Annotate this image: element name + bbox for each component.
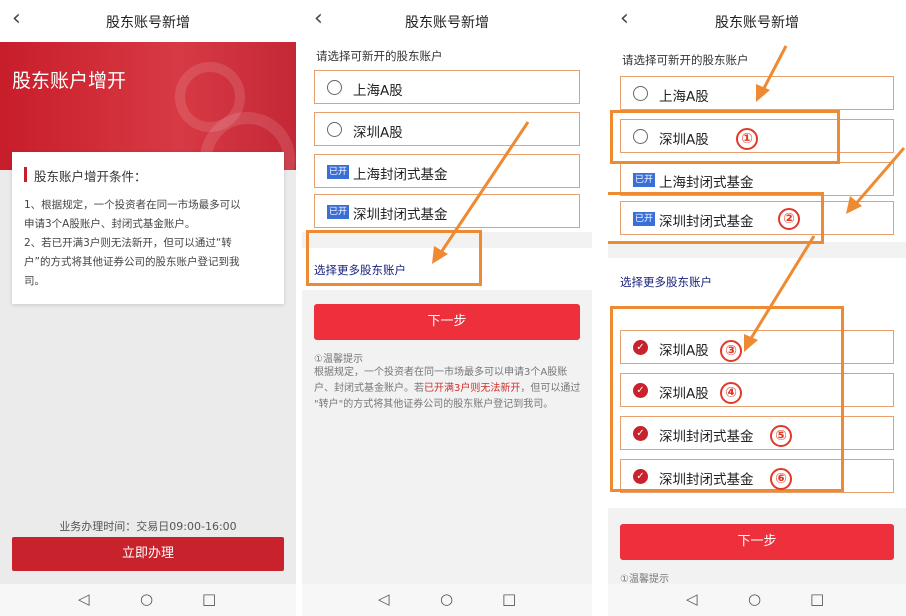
annotation-arrow xyxy=(432,121,530,264)
title-marker xyxy=(24,167,27,182)
nav-recent-icon[interactable]: □ xyxy=(202,590,216,608)
account-select-more-screen: ‹ 股东账号新增 请选择可新开的股东账户 上海A股 深圳A股 已开 上海封闭式基… xyxy=(608,0,906,616)
account-add-intro-screen: ‹ 股东账号新增 股东账户增开 股东账户增开条件： 1、根据规定，一个投资者在同… xyxy=(0,0,296,616)
condition-line: 1、根据规定，一个投资者在同一市场最多可以 xyxy=(24,199,241,211)
page-title: 股东账号新增 xyxy=(106,15,190,31)
conditions-card: 股东账户增开条件： 1、根据规定，一个投资者在同一市场最多可以 申请3个A股账户… xyxy=(12,152,284,304)
banner-title: 股东账户增开 xyxy=(12,70,127,92)
condition-line: 2、若已开满3户则无法新开，但可以通过“转 xyxy=(24,237,232,249)
conditions-title: 股东账户增开条件： xyxy=(34,169,147,184)
header: ‹ 股东账号新增 xyxy=(0,0,296,42)
business-hours: 业务办理时间：交易日09:00-16:00 xyxy=(59,520,237,533)
system-nav-bar: ◁ ○ □ xyxy=(0,584,296,616)
condition-line: 申请3个A股账户、封闭式基金账户。 xyxy=(24,218,196,230)
condition-line: 户”的方式将其他证券公司的股东账户登记到我 xyxy=(24,256,240,268)
nav-home-icon[interactable]: ○ xyxy=(140,590,153,608)
apply-now-button[interactable]: 立即办理 xyxy=(12,537,284,571)
annotation-arrows xyxy=(744,45,906,352)
account-select-screen: ‹ 股东账号新增 请选择可新开的股东账户 上海A股 深圳A股 已开 上海封闭式基… xyxy=(302,0,592,616)
nav-back-icon[interactable]: ◁ xyxy=(78,590,90,608)
banner: 股东账户增开 xyxy=(0,42,296,170)
condition-line: 司。 xyxy=(24,275,45,287)
